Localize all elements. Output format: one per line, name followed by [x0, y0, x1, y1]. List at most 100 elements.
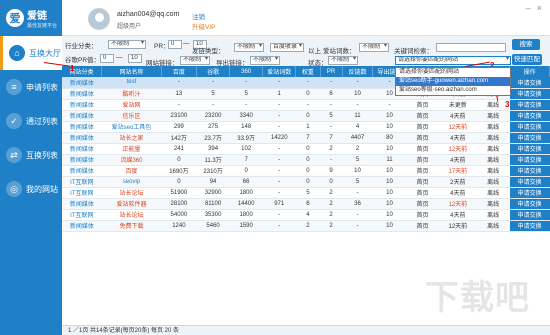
site-name-link[interactable]: 站长之家: [101, 132, 162, 144]
keyword-search-input[interactable]: [436, 43, 506, 52]
table-cell: -: [320, 77, 343, 89]
apply-exchange-button[interactable]: 申请交换: [509, 187, 550, 199]
table-cell: 5: [320, 110, 343, 122]
table-row[interactable]: 新闻媒体 信乐区 23100 23200 3340-0 5 11 10 首页 4天前 离线 申请交换: [62, 110, 550, 122]
export-links-select[interactable]: 不限制: [250, 56, 280, 65]
minimize-icon[interactable]: –: [526, 3, 531, 13]
table-row[interactable]: 新闻媒体 流媒360 0 11.3万 7-0-5 11 首页 4天前 离线 申请交换: [62, 154, 550, 166]
table-cell: 离线: [476, 220, 510, 232]
site-name-link[interactable]: 免费下载: [101, 220, 162, 232]
table-cell: 4天前: [439, 154, 477, 166]
table-cell: 54000: [161, 209, 197, 221]
table-row[interactable]: 新闻媒体 百度 1690万 2310万 0-0 9 10 10 首页 17天前 离线 申请交换: [62, 165, 550, 177]
apply-exchange-button[interactable]: 申请交换: [509, 209, 550, 221]
apply-exchange-button[interactable]: 申请交换: [509, 165, 550, 177]
globe-icon: ◎: [6, 181, 22, 197]
sidebar-item-approved[interactable]: ✓ 通过列表: [0, 104, 62, 138]
site-name-link[interactable]: 爱站seo工具包: [101, 121, 162, 133]
table-cell: -: [320, 121, 343, 133]
table-row[interactable]: 新闻媒体 爱站软件器 28100 81100 14400 971 6 2 36 10 首页 12天前离…: [62, 198, 550, 210]
sidebar-item-exchanges[interactable]: ⇄ 互换列表: [0, 138, 62, 172]
publish-type-select[interactable]: 不限制: [234, 43, 264, 52]
table-row[interactable]: 新闻媒体 免费下载 1240 5460 1590-2 2-10 首页 12天前 离线 申请交换: [62, 220, 550, 232]
apply-exchange-button[interactable]: 申请交换: [509, 132, 550, 144]
table-cell: 4天前: [439, 132, 477, 144]
table-cell: 3340: [229, 110, 263, 122]
site-name-link[interactable]: 百度: [101, 165, 162, 177]
table-cell: 394: [196, 143, 230, 155]
table-cell: 离线: [476, 154, 510, 166]
apply-exchange-button[interactable]: 申请交换: [509, 99, 550, 111]
site-name-link[interactable]: 爱站软件器: [101, 198, 162, 210]
apply-exchange-button[interactable]: 申请交换: [509, 176, 550, 188]
table-row[interactable]: IT互联网 站长论坛 54000 35300 1800-4 2-10 首页 4天前 离线 申请交换: [62, 209, 550, 221]
site-name-link[interactable]: 站长论坛: [101, 187, 162, 199]
site-name-link[interactable]: 站长论坛: [101, 209, 162, 221]
apply-exchange-button[interactable]: 申请交换: [509, 198, 550, 210]
keyword-count-select[interactable]: 不限制: [359, 43, 389, 52]
table-row[interactable]: IT互联网 站长论坛 51900 32900 1800-5 2-10 首页 4天前 离线 申请交换: [62, 187, 550, 199]
category-cell: 新闻媒体: [62, 165, 102, 177]
table-cell: 离线: [476, 176, 510, 188]
site-name-link[interactable]: 流媒360: [101, 154, 162, 166]
sidebar-item-my-sites[interactable]: ◎ 我的网站: [0, 172, 62, 206]
table-cell: 2: [320, 209, 343, 221]
apply-exchange-button[interactable]: 申请交换: [509, 110, 550, 122]
sidebar-item-label: 互换大厅: [29, 48, 61, 58]
dropdown-option-selected[interactable]: 爱站seo助手-guowen.aizhan.com: [396, 77, 510, 86]
table-cell: -: [196, 77, 230, 89]
table-row[interactable]: 新闻媒体 爱站网 - - - - - - - - 首页 未更新 离线 申请交换: [62, 99, 550, 111]
table-cell: 142万: [161, 132, 197, 144]
site-name-link[interactable]: seovip: [101, 176, 162, 188]
close-icon[interactable]: ×: [537, 3, 542, 13]
table-cell: 5: [229, 88, 263, 100]
table-cell: 首页: [406, 176, 440, 188]
table-cell: 2: [320, 187, 343, 199]
google-pr-to-input[interactable]: 10: [128, 54, 142, 63]
table-cell: 1800: [229, 187, 263, 199]
industry-select[interactable]: 不限制: [108, 40, 146, 49]
category-cell: IT互联网: [62, 176, 102, 188]
apply-exchange-button[interactable]: 申请交换: [509, 143, 550, 155]
table-row[interactable]: 新闻媒体 爱站seo工具包 299 275 148-1-4 10 首页 12天前 离线 申请交换: [62, 121, 550, 133]
dropdown-option[interactable]: 请选择你要匹配的网站: [396, 68, 510, 77]
column-header: PR: [320, 66, 343, 77]
status-select[interactable]: 不限制: [328, 56, 358, 65]
sidebar-item-applications[interactable]: ≡ 申请列表: [0, 70, 62, 104]
google-pr-from-input[interactable]: 0: [100, 54, 114, 63]
table-cell: 0: [229, 165, 263, 177]
quick-match-button[interactable]: 快速匹配: [512, 54, 542, 65]
apply-exchange-button[interactable]: 申请交换: [509, 121, 550, 133]
sidebar-item-exchange-hall[interactable]: ⌂ 互换大厅: [0, 36, 62, 70]
site-name-link[interactable]: 酷听汁: [101, 88, 162, 100]
upgrade-vip-link[interactable]: 升级VIP: [192, 21, 215, 31]
logout-link[interactable]: 注销: [192, 11, 205, 21]
site-name-link[interactable]: 正能量: [101, 143, 162, 155]
table-cell: 10: [372, 165, 407, 177]
apply-exchange-button[interactable]: 申请交换: [509, 77, 550, 89]
site-name-link[interactable]: 信乐区: [101, 110, 162, 122]
apply-exchange-button[interactable]: 申请交换: [509, 154, 550, 166]
site-links-select[interactable]: 不限制: [180, 56, 210, 65]
table-cell: 66: [229, 176, 263, 188]
search-button[interactable]: 搜索: [512, 39, 540, 50]
table-cell: 2310万: [196, 165, 230, 177]
apply-exchange-button[interactable]: 申请交换: [509, 88, 550, 100]
baidu-index-select[interactable]: 百度收录: [270, 43, 304, 52]
table-cell: 首页: [406, 165, 440, 177]
dropdown-option[interactable]: 爱站seo等级-seo.aizhan.com: [396, 86, 510, 95]
table-cell: 5: [342, 154, 373, 166]
site-name-link[interactable]: test: [101, 77, 162, 89]
pr-from-input[interactable]: 0: [168, 40, 182, 49]
table-row[interactable]: 新闻媒体 站长之家 142万 23.7万 33.9万 14220 7 7 4407 80 首页 4天前…: [62, 132, 550, 144]
table-cell: -: [262, 187, 296, 199]
table-row[interactable]: IT互联网 seovip 0 94 66-0 0 5 10 首页 2天前 离线 申请交换: [62, 176, 550, 188]
table-cell: 5: [196, 88, 230, 100]
table-row[interactable]: 新闻媒体 正能量 241 394 102-0 2 2 10 首页 12天前 离线 申请交换: [62, 143, 550, 155]
apply-exchange-button[interactable]: 申请交换: [509, 220, 550, 232]
sidebar-item-label: 我的网站: [26, 184, 58, 194]
column-header: 反链数: [342, 66, 374, 77]
table-cell: 299: [161, 121, 197, 133]
industry-label: 行业分类：: [65, 43, 98, 50]
site-name-link[interactable]: 爱站网: [101, 99, 162, 111]
